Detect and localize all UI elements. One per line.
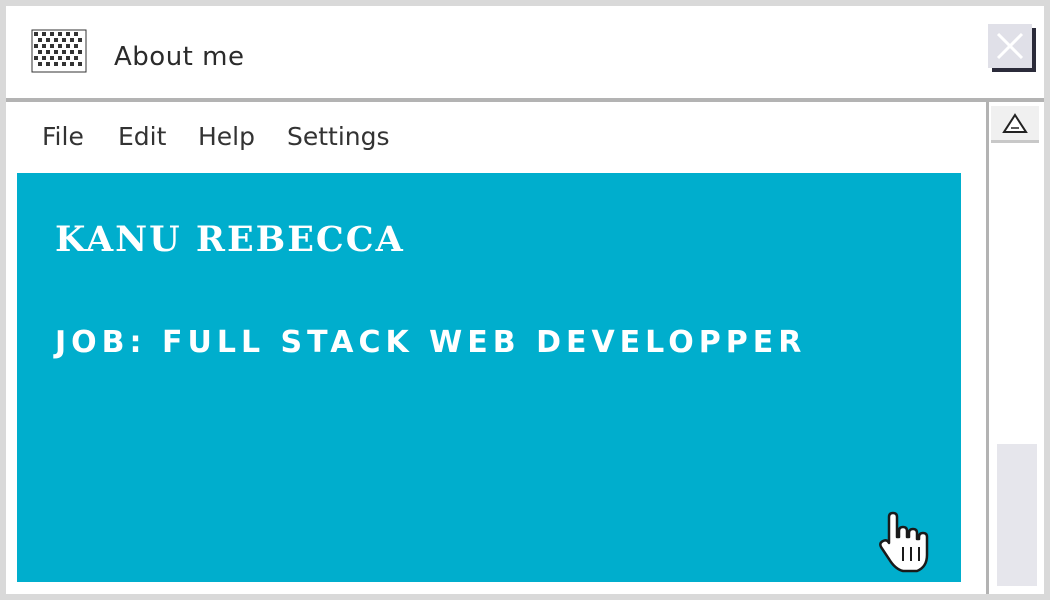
menu-edit[interactable]: Edit [118, 122, 166, 151]
app-icon [30, 28, 88, 74]
triangle-up-icon [991, 113, 1039, 144]
menu-settings[interactable]: Settings [287, 122, 390, 151]
menu-help[interactable]: Help [198, 122, 255, 151]
menu-bar: File Edit Help Settings [6, 122, 966, 162]
vertical-scrollbar[interactable] [986, 102, 1044, 594]
job-title: JOB: FULL STACK WEB DEVELOPPER [55, 325, 807, 360]
close-button[interactable] [988, 24, 1032, 68]
title-bar: About me [6, 6, 1044, 102]
content-panel: KANU REBECCA JOB: FULL STACK WEB DEVELOP… [17, 173, 961, 582]
scroll-up-button[interactable] [991, 106, 1039, 143]
window: About me File Edit Help Settings KANU RE… [0, 0, 1050, 600]
name-heading: KANU REBECCA [55, 219, 405, 260]
menu-file[interactable]: File [42, 122, 84, 151]
scroll-thumb[interactable] [997, 444, 1037, 586]
window-title: About me [114, 42, 245, 72]
hand-pointer-icon [877, 511, 947, 577]
